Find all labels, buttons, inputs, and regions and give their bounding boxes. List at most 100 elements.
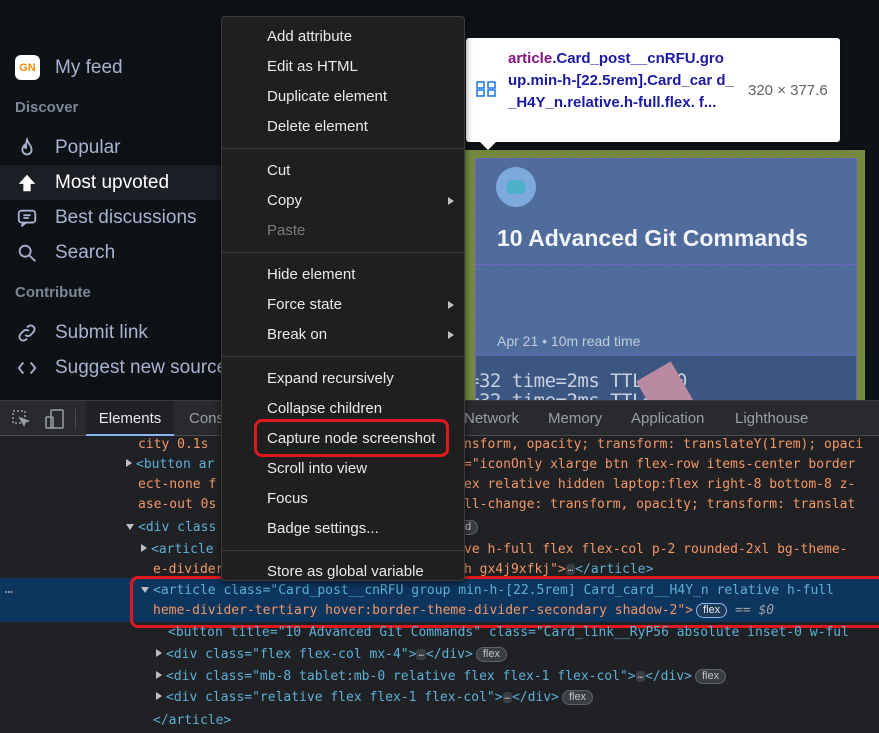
menu-item-expand-recursively[interactable]: Expand recursively [222,364,464,394]
menu-item-duplicate-element[interactable]: Duplicate element [222,82,464,112]
expand-triangle-icon[interactable] [141,544,147,552]
logo-icon: GN [15,55,40,80]
menu-item-focus[interactable]: Focus [222,484,464,514]
menu-item-hide-element[interactable]: Hide element [222,260,464,290]
article-card[interactable]: 10 Advanced Git Commands Apr 21 • 10m re… [475,158,857,400]
dom-line[interactable]: ="iconOnly xlarge btn flex-row items-cen… [464,455,855,475]
menu-item-edit-as-html[interactable]: Edit as HTML [222,52,464,82]
dom-line[interactable]: ll-change: transform, opacity; transform… [464,495,855,515]
menu-separator [222,148,464,149]
flex-badge[interactable]: flex [695,669,727,684]
sidebar-item-popular[interactable]: Popular [0,130,222,165]
card-divider [476,354,856,355]
menu-item-scroll-into-view[interactable]: Scroll into view [222,454,464,484]
ellipsis-badge[interactable]: … [635,671,646,682]
expand-triangle-icon[interactable] [156,692,162,700]
dom-text: </div> [511,690,559,705]
sidebar-item-search[interactable]: Search [0,235,222,270]
inspect-element-icon[interactable] [12,410,30,428]
sidebar-item-submit-link[interactable]: Submit link [0,315,222,350]
link-icon [18,324,36,342]
code-icon [17,361,37,375]
dom-text: nsform, opacity; transform: translateY(1… [464,437,864,452]
menu-separator [222,356,464,357]
dom-line[interactable]: ect-none f [138,475,216,495]
dom-line[interactable]: <div class="mb-8 tablet:mb-0 relative fl… [156,667,727,687]
menu-item-store-as-global-variable[interactable]: Store as global variable [222,557,464,587]
dom-text: </article> [575,562,654,577]
flex-badge[interactable]: flex [561,690,594,705]
dom-text: <article [151,542,214,557]
tab-application[interactable]: Application [631,401,704,436]
menu-item-badge-settings[interactable]: Badge settings... [222,514,464,544]
dom-text: </article> [153,713,232,728]
menu-item-delete-element[interactable]: Delete element [222,112,464,142]
sidebar-item-best-discussions[interactable]: Best discussions [0,200,222,235]
dom-text: ve h-full flex flex-col p-2 rounded-2xl … [464,542,848,557]
dom-text: </div> [425,647,473,662]
sidebar-item-suggest-source[interactable]: Suggest new source [0,350,227,385]
card-meta: Apr 21 • 10m read time [497,333,641,349]
sidebar-item-label: Best discussions [55,206,197,228]
menu-item-add-attribute[interactable]: Add attribute [222,22,464,52]
tooltip-size: 320 × 377.6 [748,82,828,99]
dom-line[interactable]: </article> [153,711,231,731]
card-title: 10 Advanced Git Commands [497,225,809,251]
sidebar-item-most-upvoted[interactable]: Most upvoted [0,165,222,200]
device-toolbar-icon[interactable] [45,409,65,429]
dom-line[interactable]: ex relative hidden laptop:flex right-8 b… [464,475,855,495]
tab-network[interactable]: Network [464,401,519,436]
menu-item-break-on[interactable]: Break on [222,320,464,350]
menu-item-copy[interactable]: Copy [222,186,464,216]
dom-line[interactable]: <button title="10 Advanced Git Commands"… [168,623,849,643]
dom-line[interactable]: city 0.1s [138,435,208,455]
comment-icon [17,209,37,227]
dom-line[interactable]: ase-out 0s [138,495,216,515]
tab-elements[interactable]: Elements [86,401,174,436]
menu-item-cut[interactable]: Cut [222,156,464,186]
dom-text: e-divider [153,562,224,577]
tab-lighthouse[interactable]: Lighthouse [735,401,808,436]
ellipsis-badge[interactable]: … [565,564,576,575]
dom-line[interactable]: <div class [126,518,216,538]
submenu-arrow-icon [448,331,454,339]
sidebar-item-label: Submit link [55,321,148,343]
sidebar-item-label: Search [55,241,116,263]
dom-line[interactable]: <button ar [126,455,214,475]
dom-text: <button title="10 Advanced Git Commands"… [168,625,849,640]
dom-text: <div class="relative flex flex-1 flex-co… [166,690,503,705]
search-icon [18,244,36,262]
sidebar-item-label: Suggest new source [55,356,228,378]
dom-text: ex relative hidden laptop:flex right-8 b… [464,477,856,492]
card-image: =32 time=2ms TTL=100 =32 time=2ms TTL=10… [476,356,856,400]
dom-line[interactable]: <div class="flex flex-col mx-4">… </div> f… [156,645,507,665]
tooltip-tag: article [508,50,553,67]
menu-item-label: Break on [267,326,328,343]
sidebar-item-my-feed[interactable]: GN My feed [0,50,222,85]
submenu-arrow-icon [448,197,454,205]
collapse-triangle-icon[interactable] [126,524,134,530]
dom-text: ect-none f [138,477,217,492]
sidebar-item-label: Most upvoted [55,171,170,193]
grid-layout-icon [476,81,496,97]
sidebar-item-label: My feed [55,56,123,78]
sidebar-item-label: Popular [55,136,121,158]
tab-memory[interactable]: Memory [548,401,602,436]
expand-triangle-icon[interactable] [156,671,162,679]
dom-text: <div class="mb-8 tablet:mb-0 relative fl… [166,669,636,684]
flex-badge[interactable]: flex [475,647,507,662]
expand-triangle-icon[interactable] [126,459,132,467]
element-tooltip: article.Card_post__cnRFU.gro up.min-h-[2… [466,38,840,150]
menu-item-force-state[interactable]: Force state [222,290,464,320]
section-heading-discover: Discover [15,99,79,116]
dom-line[interactable]: <div class="relative flex flex-1 flex-co… [156,688,594,708]
toolbar-divider [75,409,76,429]
source-avatar [496,167,536,207]
ellipsis-badge[interactable]: … [416,649,426,660]
dom-text: ll-change: transform, opacity; transform… [464,497,856,512]
dom-line[interactable]: <article [141,540,214,560]
dom-line[interactable]: nsform, opacity; transform: translateY(1… [464,435,863,455]
ellipsis-badge[interactable]: … [502,692,512,703]
dom-line[interactable]: ve h-full flex flex-col p-2 rounded-2xl … [464,540,848,560]
expand-triangle-icon[interactable] [156,649,162,657]
